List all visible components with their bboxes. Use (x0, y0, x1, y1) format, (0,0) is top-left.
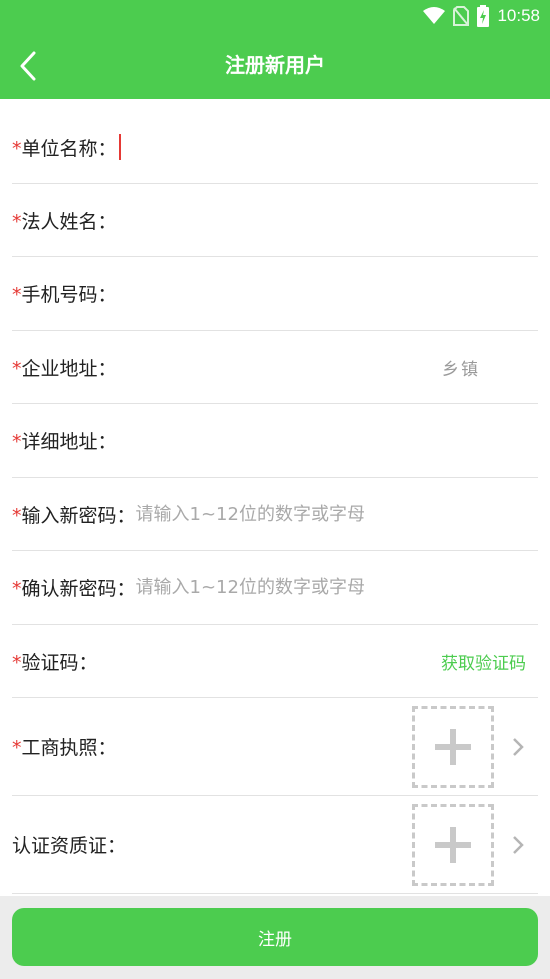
unit-name-input[interactable] (120, 127, 538, 167)
page-title: 注册新用户 (225, 53, 325, 77)
business-license-row: *工商执照： (12, 698, 538, 796)
new-password-input[interactable] (135, 494, 538, 534)
unit-name-row: *单位名称： (12, 111, 538, 184)
legal-person-row: *法人姓名： (12, 184, 538, 257)
phone-row: *手机号码： (12, 257, 538, 331)
new-password-row: *输入新密码： (12, 478, 538, 551)
confirm-password-input[interactable] (135, 567, 538, 608)
detail-address-label: *详细地址： (12, 431, 117, 453)
certificate-upload[interactable] (412, 804, 494, 886)
phone-label: *手机号码： (12, 284, 117, 306)
certificate-row: 认证资质证： (12, 796, 538, 894)
business-license-label: *工商执照： (12, 737, 117, 759)
chevron-right-icon[interactable] (510, 735, 526, 759)
plus-icon (435, 729, 471, 765)
phone-input[interactable] (116, 273, 538, 314)
verify-code-label: *验证码： (12, 651, 98, 674)
verify-code-input[interactable] (97, 641, 428, 681)
town-selector[interactable]: 乡镇 (442, 355, 480, 380)
footer-bar: 注册 (0, 896, 550, 979)
confirm-password-row: *确认新密码： (12, 551, 538, 625)
confirm-password-label: *确认新密码： (12, 578, 136, 600)
company-address-label: *企业地址： (12, 357, 117, 380)
app-header: 10:58 注册新用户 (0, 0, 550, 99)
chevron-right-icon[interactable] (510, 833, 526, 857)
legal-person-input[interactable] (116, 200, 538, 240)
legal-person-label: *法人姓名： (12, 210, 117, 233)
get-code-button[interactable]: 获取验证码 (441, 649, 526, 674)
verify-code-row: *验证码： 获取验证码 (12, 625, 538, 698)
new-password-label: *输入新密码： (12, 504, 136, 527)
wifi-icon (423, 7, 446, 25)
status-time: 10:58 (497, 6, 540, 25)
unit-name-label: *单位名称： (12, 137, 117, 160)
plus-icon (435, 827, 471, 863)
business-license-upload[interactable] (412, 706, 494, 788)
company-address-row: *企业地址： 乡镇 (12, 331, 538, 404)
register-button[interactable]: 注册 (12, 908, 538, 966)
certificate-label: 认证资质证： (12, 835, 127, 857)
detail-address-row: *详细地址： (12, 404, 538, 478)
status-bar: 10:58 (0, 0, 550, 32)
detail-address-input[interactable] (116, 420, 538, 461)
no-sim-icon (453, 6, 470, 26)
battery-charging-icon (477, 5, 490, 27)
